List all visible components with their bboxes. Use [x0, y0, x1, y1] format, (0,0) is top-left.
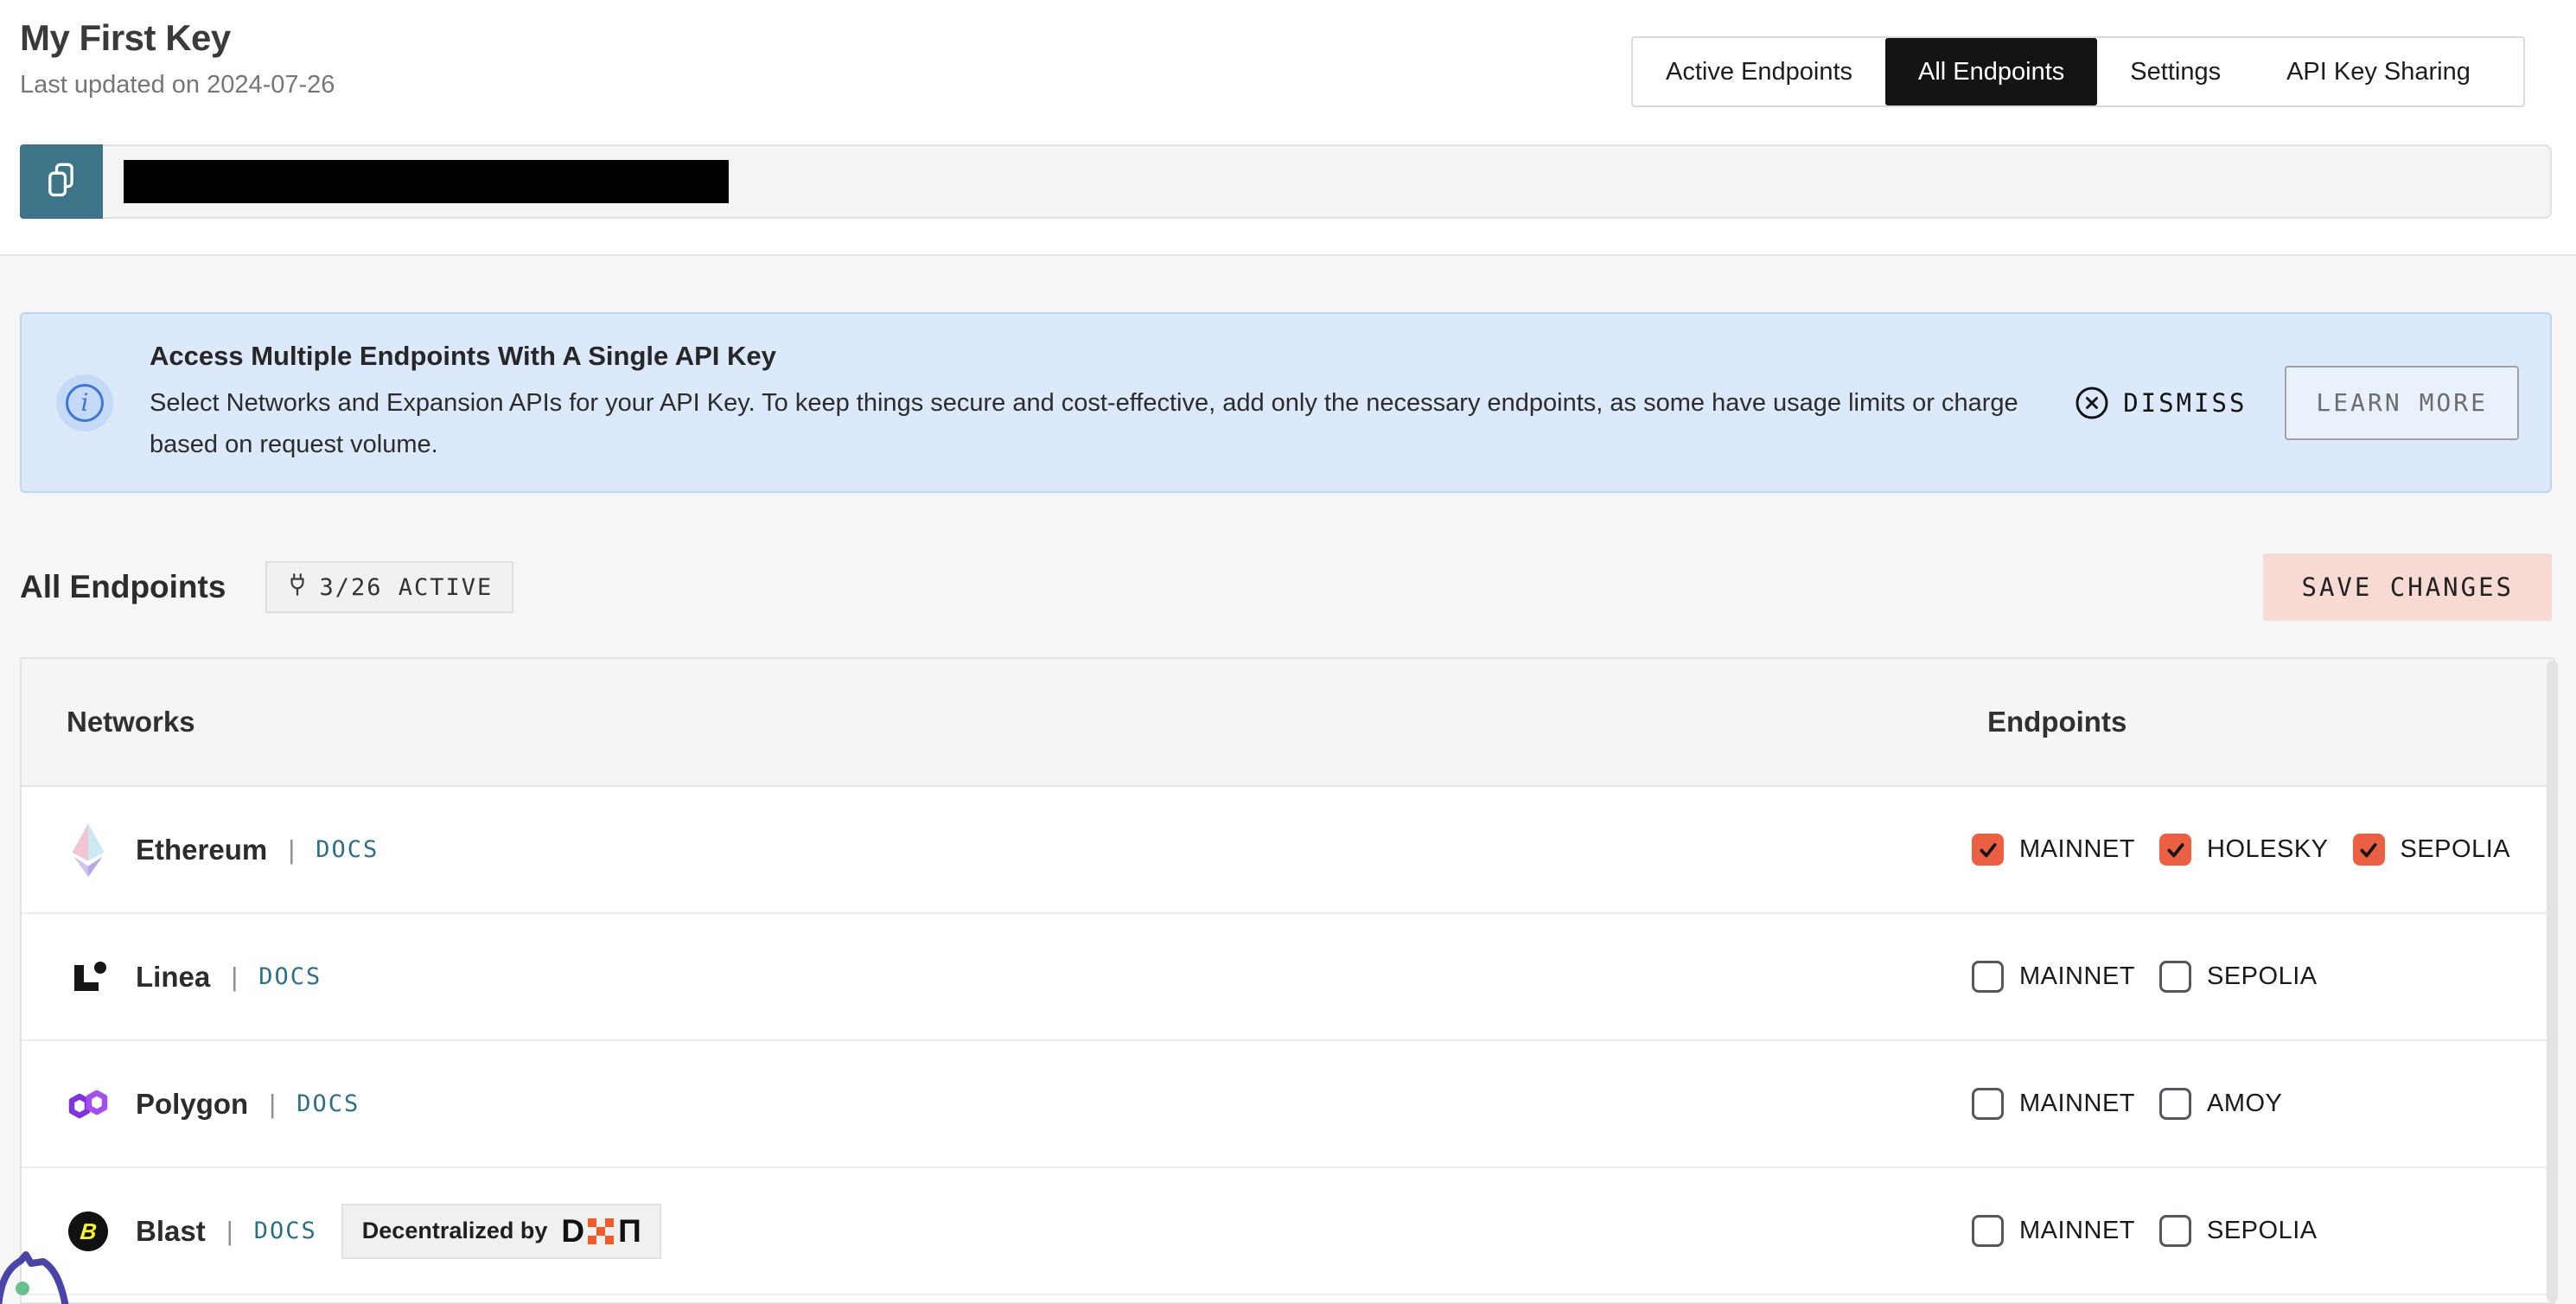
- endpoints-table: Networks Endpoints Ethereum | DOCS: [20, 657, 2555, 1304]
- endpoints-cell: MAINNET SEPOLIA: [1972, 914, 2318, 1039]
- tab-api-key-sharing[interactable]: API Key Sharing: [2254, 38, 2503, 105]
- table-row-blast: B Blast | DOCS Decentralized by D: [22, 1168, 2554, 1295]
- network-name: Ethereum: [136, 834, 267, 866]
- network-cell: B Blast | DOCS Decentralized by D: [67, 1168, 661, 1294]
- chat-fox-widget[interactable]: [0, 1250, 123, 1304]
- checkbox-polygon-mainnet[interactable]: MAINNET: [1972, 1088, 2135, 1120]
- copy-api-key-button[interactable]: [20, 144, 103, 219]
- checkbox: [1972, 834, 2004, 866]
- table-header-row: Networks Endpoints: [22, 659, 2554, 787]
- last-updated-text: Last updated on 2024-07-26: [20, 71, 335, 99]
- polygon-docs-link[interactable]: DOCS: [296, 1090, 360, 1117]
- endpoint-label: MAINNET: [2019, 962, 2135, 991]
- divider-glyph: |: [288, 834, 295, 866]
- endpoint-label: SEPOLIA: [2207, 1217, 2318, 1245]
- info-icon: i: [56, 374, 113, 431]
- checkbox-ethereum-sepolia[interactable]: SEPOLIA: [2353, 834, 2511, 866]
- checkbox: [1972, 961, 2004, 993]
- divider-glyph: |: [231, 962, 238, 993]
- copy-icon: [44, 162, 79, 202]
- tab-all-endpoints[interactable]: All Endpoints: [1885, 38, 2097, 105]
- tab-settings[interactable]: Settings: [2097, 38, 2254, 105]
- info-i-glyph: i: [66, 384, 104, 422]
- banner-body: Select Networks and Expansion APIs for y…: [150, 382, 2069, 465]
- dismiss-x-icon: [2075, 386, 2109, 420]
- header-divider: [0, 254, 2576, 256]
- network-cell: Polygon | DOCS: [67, 1041, 360, 1167]
- din-logo: D Π: [561, 1215, 640, 1247]
- checkbox-blast-sepolia[interactable]: SEPOLIA: [2159, 1215, 2318, 1247]
- dismiss-label: DISMISS: [2123, 388, 2247, 418]
- checkbox: [2159, 834, 2191, 866]
- networks-column-header: Networks: [67, 706, 195, 738]
- network-name: Linea: [136, 961, 210, 994]
- din-x-icon: [588, 1218, 614, 1244]
- endpoints-section-bar: All Endpoints 3/26 ACTIVE SAVE CHANGES: [20, 553, 2552, 621]
- api-key-redacted-value: [124, 160, 729, 203]
- page-title: My First Key: [20, 17, 231, 59]
- table-row-ethereum: Ethereum | DOCS MAINNET HOLESKY: [22, 787, 2554, 914]
- network-name: Polygon: [136, 1088, 248, 1121]
- checkbox: [1972, 1215, 2004, 1247]
- active-count-badge: 3/26 ACTIVE: [265, 561, 513, 613]
- divider-glyph: |: [269, 1089, 276, 1120]
- decentralized-by-badge: Decentralized by D Π: [341, 1204, 661, 1259]
- blast-docs-link[interactable]: DOCS: [254, 1218, 317, 1244]
- info-banner: i Access Multiple Endpoints With A Singl…: [20, 312, 2552, 493]
- save-changes-button[interactable]: SAVE CHANGES: [2263, 553, 2552, 621]
- section-heading: All Endpoints: [20, 569, 226, 605]
- checkbox: [2159, 961, 2191, 993]
- tab-bar: Active Endpoints All Endpoints Settings …: [1631, 36, 2525, 107]
- endpoint-label: AMOY: [2207, 1090, 2282, 1118]
- banner-text: Access Multiple Endpoints With A Single …: [150, 341, 2075, 465]
- checkbox-ethereum-holesky[interactable]: HOLESKY: [2159, 834, 2329, 866]
- polygon-icon: [67, 1084, 110, 1124]
- checkbox: [1972, 1088, 2004, 1120]
- banner-title: Access Multiple Endpoints With A Single …: [150, 341, 2075, 372]
- endpoints-cell: MAINNET AMOY: [1972, 1041, 2282, 1167]
- api-key-field[interactable]: [103, 144, 2552, 219]
- checkbox-linea-mainnet[interactable]: MAINNET: [1972, 961, 2135, 993]
- ethereum-icon: [67, 821, 110, 879]
- active-count-label: 3/26 ACTIVE: [319, 574, 493, 601]
- linea-icon: [67, 958, 110, 996]
- status-dot: [16, 1282, 29, 1295]
- blast-icon: B: [67, 1211, 110, 1251]
- network-cell: Linea | DOCS: [67, 914, 322, 1039]
- checkbox: [2159, 1215, 2191, 1247]
- table-row-linea: Linea | DOCS MAINNET SEPOLIA: [22, 914, 2554, 1041]
- endpoints-column-header: Endpoints: [1987, 706, 2126, 738]
- table-scrollbar[interactable]: [2547, 661, 2558, 1302]
- network-cell: Ethereum | DOCS: [67, 787, 379, 912]
- api-key-settings-page: My First Key Last updated on 2024-07-26 …: [0, 0, 2576, 1304]
- checkbox-blast-mainnet[interactable]: MAINNET: [1972, 1215, 2135, 1247]
- checkbox: [2353, 834, 2385, 866]
- divider-glyph: |: [226, 1216, 233, 1247]
- network-name: Blast: [136, 1215, 206, 1248]
- table-row-polygon: Polygon | DOCS MAINNET AMOY: [22, 1041, 2554, 1168]
- checkbox-linea-sepolia[interactable]: SEPOLIA: [2159, 961, 2318, 993]
- learn-more-button[interactable]: LEARN MORE: [2285, 366, 2519, 440]
- banner-actions: DISMISS LEARN MORE: [2075, 366, 2519, 440]
- endpoint-label: MAINNET: [2019, 835, 2135, 864]
- endpoint-label: HOLESKY: [2207, 835, 2329, 864]
- endpoints-cell: MAINNET HOLESKY SEPOLIA: [1972, 787, 2510, 912]
- dismiss-button[interactable]: DISMISS: [2075, 386, 2247, 420]
- linea-docs-link[interactable]: DOCS: [258, 963, 322, 990]
- plug-icon: [286, 572, 309, 603]
- endpoint-label: MAINNET: [2019, 1217, 2135, 1245]
- checkbox: [2159, 1088, 2191, 1120]
- checkbox-polygon-amoy[interactable]: AMOY: [2159, 1088, 2282, 1120]
- badge-text: Decentralized by: [362, 1218, 548, 1244]
- checkbox-ethereum-mainnet[interactable]: MAINNET: [1972, 834, 2135, 866]
- endpoint-label: MAINNET: [2019, 1090, 2135, 1118]
- ethereum-docs-link[interactable]: DOCS: [316, 836, 379, 863]
- tab-active-endpoints[interactable]: Active Endpoints: [1633, 38, 1885, 105]
- api-key-row: [20, 144, 2552, 219]
- endpoints-cell: MAINNET SEPOLIA: [1972, 1168, 2318, 1294]
- endpoint-label: SEPOLIA: [2207, 962, 2318, 991]
- endpoint-label: SEPOLIA: [2401, 835, 2511, 864]
